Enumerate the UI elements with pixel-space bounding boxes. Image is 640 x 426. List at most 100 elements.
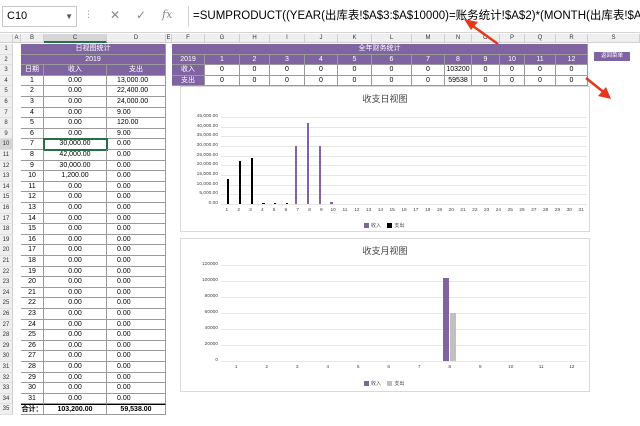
row-header[interactable]: 4: [0, 75, 13, 87]
daily-cell[interactable]: 27: [21, 351, 44, 362]
bar-income[interactable]: [318, 146, 321, 204]
row-header[interactable]: 30: [0, 351, 13, 362]
bar-expense[interactable]: [238, 160, 241, 204]
daily-cell[interactable]: 29: [21, 372, 44, 384]
daily-cell[interactable]: 31: [21, 393, 44, 405]
annual-expense-cell[interactable]: 0: [500, 75, 525, 87]
daily-cell[interactable]: 30,000.00: [43, 138, 108, 151]
column-header-r[interactable]: R: [556, 34, 588, 43]
daily-cell[interactable]: 17: [21, 245, 44, 256]
row-header[interactable]: 19: [0, 234, 13, 246]
row-header[interactable]: 28: [0, 330, 13, 341]
column-header-i[interactable]: I: [270, 34, 305, 43]
daily-cell[interactable]: 0.00: [107, 393, 166, 405]
annual-income-cell[interactable]: 0: [270, 65, 305, 76]
daily-cell[interactable]: 21: [21, 287, 44, 299]
row-header[interactable]: 15: [0, 192, 13, 203]
column-header-b[interactable]: B: [21, 34, 44, 43]
daily-cell[interactable]: 16: [21, 234, 44, 246]
daily-cell[interactable]: 0.00: [107, 203, 166, 214]
daily-cell[interactable]: 5: [21, 118, 44, 129]
daily-cell[interactable]: 9.00: [107, 128, 166, 140]
corner-cell[interactable]: [0, 34, 13, 43]
daily-cell[interactable]: 13,000.00: [107, 75, 166, 87]
annual-expense-cell[interactable]: 0: [305, 75, 338, 87]
daily-cell[interactable]: 22,400.00: [107, 86, 166, 97]
daily-cell[interactable]: 0.00: [107, 160, 166, 172]
fx-icon[interactable]: fx: [162, 8, 172, 21]
daily-cell[interactable]: 0.00: [107, 287, 166, 299]
daily-table-year[interactable]: 2019: [21, 54, 166, 66]
row-header[interactable]: 7: [0, 107, 13, 119]
row-header[interactable]: 17: [0, 213, 13, 225]
row-header[interactable]: 27: [0, 319, 13, 331]
monthly-bar-chart[interactable]: 收支月视图 0 20000 40000 60000 80000 100000 120000 1…: [180, 238, 590, 392]
daily-cell[interactable]: 6: [21, 128, 44, 140]
annual-expense-cell[interactable]: 0: [372, 75, 412, 87]
row-header[interactable]: 23: [0, 277, 13, 288]
daily-cell[interactable]: 0.00: [44, 118, 107, 129]
daily-cell[interactable]: 0.00: [107, 245, 166, 256]
row-header[interactable]: 16: [0, 203, 13, 214]
daily-cell[interactable]: 0.00: [107, 150, 166, 161]
daily-cell[interactable]: 0.00: [44, 319, 107, 331]
annual-expense-cell[interactable]: 0: [240, 75, 270, 87]
daily-cell[interactable]: 14: [21, 213, 44, 225]
bar-income[interactable]: [443, 278, 450, 361]
annual-income-cell[interactable]: 0: [205, 65, 240, 76]
daily-cell[interactable]: 23: [21, 309, 44, 320]
daily-cell[interactable]: 0.00: [44, 245, 107, 256]
daily-cell[interactable]: 1,200.00: [44, 171, 107, 182]
column-header-f[interactable]: F: [172, 34, 205, 43]
row-header[interactable]: 29: [0, 340, 13, 352]
bar-income[interactable]: [330, 201, 333, 204]
annual-income-cell[interactable]: 0: [240, 65, 270, 76]
daily-cell[interactable]: 9: [21, 160, 44, 172]
row-header[interactable]: 1: [0, 44, 13, 55]
bar-income[interactable]: [294, 146, 298, 204]
annual-year-cell[interactable]: 2019: [172, 54, 205, 66]
row-header[interactable]: 22: [0, 266, 13, 278]
daily-cell[interactable]: 0.00: [107, 256, 166, 267]
daily-cell[interactable]: 0.00: [44, 256, 107, 267]
daily-cell[interactable]: 0.00: [44, 372, 107, 384]
check-icon[interactable]: ✓: [136, 8, 146, 22]
row-header[interactable]: 13: [0, 171, 13, 182]
bar-expense[interactable]: [274, 203, 277, 204]
row-header[interactable]: 24: [0, 287, 13, 299]
daily-cell[interactable]: 22: [21, 298, 44, 309]
daily-cell[interactable]: 0.00: [44, 266, 107, 278]
daily-cell[interactable]: 0.00: [44, 181, 107, 193]
column-header-p[interactable]: P: [500, 34, 525, 43]
daily-cell[interactable]: 0.00: [44, 277, 107, 288]
annual-income-cell[interactable]: 0: [525, 65, 556, 76]
daily-cell[interactable]: 0.00: [44, 309, 107, 320]
daily-cell[interactable]: 15: [21, 224, 44, 235]
row-header[interactable]: 32: [0, 372, 13, 384]
annual-expense-cell[interactable]: 59538: [445, 75, 472, 87]
annual-expense-cell[interactable]: 0: [205, 75, 240, 87]
daily-cell[interactable]: 0.00: [107, 181, 166, 193]
annual-income-cell[interactable]: 0: [556, 65, 588, 76]
bar-expense[interactable]: [250, 157, 253, 204]
column-header-c[interactable]: C: [44, 34, 107, 43]
daily-cell[interactable]: 42,000.00: [44, 150, 107, 161]
daily-cell[interactable]: 1: [21, 75, 44, 87]
daily-cell[interactable]: 0.00: [107, 192, 166, 203]
daily-cell[interactable]: 0.00: [107, 171, 166, 182]
row-header[interactable]: 3: [0, 65, 13, 76]
daily-cell[interactable]: 0.00: [44, 203, 107, 214]
daily-cell[interactable]: 9.00: [107, 107, 166, 119]
column-header-s[interactable]: S: [588, 34, 640, 43]
daily-cell[interactable]: 0.00: [107, 351, 166, 362]
x-icon[interactable]: ✕: [110, 8, 120, 22]
daily-cell[interactable]: 0.00: [107, 340, 166, 352]
column-header-j[interactable]: J: [305, 34, 338, 43]
annual-income-cell[interactable]: 0: [472, 65, 500, 76]
row-header[interactable]: 6: [0, 97, 13, 108]
daily-cell[interactable]: 0.00: [44, 330, 107, 341]
column-header-a[interactable]: A: [13, 34, 21, 43]
daily-cell[interactable]: 0.00: [107, 266, 166, 278]
daily-cell[interactable]: 0.00: [44, 86, 107, 97]
annual-expense-cell[interactable]: 0: [472, 75, 500, 87]
